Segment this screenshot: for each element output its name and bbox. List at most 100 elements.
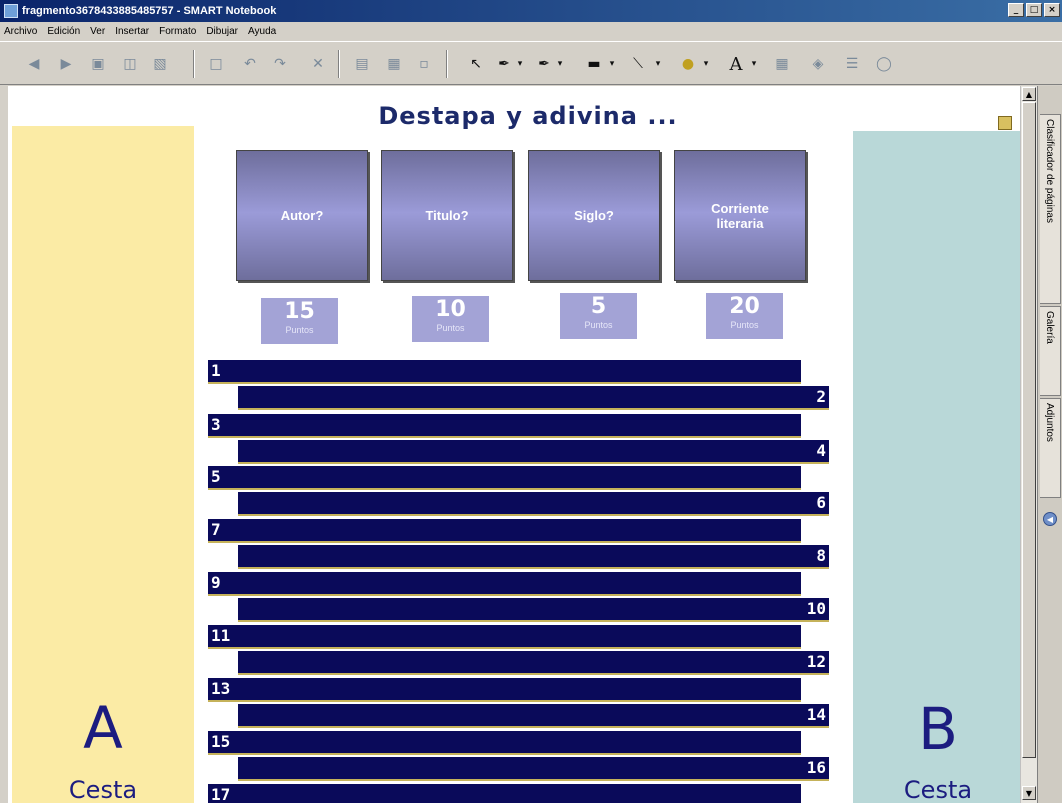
bar-number: 3 [211,415,221,434]
cover-bar[interactable]: 13 [208,678,801,702]
page-previous-icon[interactable]: ◀ [24,54,44,74]
bar-number: 13 [211,679,231,698]
tab-attachments[interactable]: Adjuntos [1040,398,1061,498]
bar-number: 1 [211,361,221,380]
points-value: 10 [435,297,466,322]
attachment-clip-icon[interactable] [998,116,1012,130]
side-tab-strip: Clasificador de páginas Galería Adjuntos… [1037,86,1062,803]
page-add-icon[interactable]: ▣ [88,54,108,74]
window-title-bar: fragmento3678433885485757 - SMART Notebo… [0,0,1062,22]
cover-bar[interactable]: 15 [208,731,801,755]
menu-archivo[interactable]: Archivo [0,26,43,37]
chevron-down-icon[interactable]: ▾ [748,54,760,74]
chevron-down-icon[interactable]: ▾ [606,54,618,74]
window-controls: _ □ × [1008,3,1060,17]
menu-insertar[interactable]: Insertar [111,26,155,37]
points-badge: 10 Puntos [412,296,489,342]
menu-ayuda[interactable]: Ayuda [244,26,282,37]
points-value: 15 [284,299,315,324]
screen-shade-icon[interactable]: ▤ [352,54,372,74]
points-value: 5 [590,294,607,319]
minimize-button[interactable]: _ [1008,3,1024,17]
bar-number: 4 [816,441,826,460]
card-titulo[interactable]: Titulo? [381,150,513,281]
undo-icon[interactable]: ↶ [240,54,260,74]
dual-display-icon[interactable]: ▫ [414,54,434,74]
scroll-down-icon[interactable]: ▼ [1022,786,1036,800]
points-label: Puntos [730,320,759,330]
chevron-down-icon[interactable]: ▾ [554,54,566,74]
menu-dibujar[interactable]: Dibujar [202,26,244,37]
points-label: Puntos [436,323,465,333]
eraser-icon[interactable]: ▬ [584,54,604,74]
select-icon[interactable]: ↖ [466,54,486,74]
text-icon[interactable]: A [726,54,746,75]
close-button[interactable]: × [1044,3,1060,17]
side-panel-toggle-icon[interactable]: ◀ [1043,512,1057,526]
redo-icon[interactable]: ↷ [270,54,290,74]
chevron-down-icon[interactable]: ▾ [514,54,526,74]
card-autor[interactable]: Autor? [236,150,368,281]
points-badge: 15 Puntos [261,298,338,344]
bar-number: 16 [806,758,826,777]
delete-icon[interactable]: ✕ [308,54,328,74]
bar-number: 8 [816,546,826,565]
toolbar-separator [193,50,195,78]
points-badge: 20 Puntos [706,293,783,339]
cover-bar[interactable]: 1 [208,360,801,384]
bar-number: 7 [211,520,221,539]
cover-bar[interactable]: 5 [208,466,801,490]
maximize-button[interactable]: □ [1026,3,1042,17]
card-siglo[interactable]: Siglo? [528,150,660,281]
menu-ver[interactable]: Ver [86,26,111,37]
fill-icon[interactable]: ◈ [808,54,828,74]
creative-pen-icon[interactable]: ✒ [534,54,554,74]
bar-number: 15 [211,732,231,751]
menu-formato[interactable]: Formato [155,26,202,37]
full-screen-icon[interactable]: ▦ [384,54,404,74]
more-icon[interactable]: ◯ [874,54,894,74]
cover-bar[interactable]: 9 [208,572,801,596]
vertical-scrollbar[interactable]: ▲ ▼ [1020,86,1037,803]
cover-bar[interactable]: 17 [208,784,801,803]
window-title: fragmento3678433885485757 - SMART Notebo… [22,5,277,17]
card-corriente-literaria[interactable]: Corriente literaria [674,150,806,281]
bar-number: 11 [211,626,231,645]
cover-bar[interactable]: 11 [208,625,801,649]
paste-icon[interactable]: □ [206,54,226,74]
tab-gallery[interactable]: Galería [1040,306,1061,396]
bar-number: 17 [211,785,231,803]
tab-page-sorter-label: Clasificador de páginas [1044,119,1055,223]
menu-edicion[interactable]: Edición [43,26,86,37]
open-icon[interactable]: ◫ [120,54,140,74]
cover-bar[interactable]: 10 [238,598,829,622]
tab-page-sorter[interactable]: Clasificador de páginas [1040,114,1061,304]
cover-bar[interactable]: 7 [208,519,801,543]
pen-icon[interactable]: ✒ [494,54,514,74]
cover-bar[interactable]: 14 [238,704,829,728]
notebook-page[interactable]: A Cesta B Cesta Destapa y adivina ... Au… [8,86,1020,803]
cover-bar[interactable]: 3 [208,414,801,438]
toolbar: ◀ ▶ ▣ ◫ ▧ □ ↶ ↷ ✕ ▤ ▦ ▫ ↖ ✒ ▾ ✒ ▾ ▬ ▾ ⟍ … [0,41,1062,85]
cover-bar[interactable]: 6 [238,492,829,516]
cover-bar[interactable]: 8 [238,545,829,569]
points-label: Puntos [285,325,314,335]
chevron-down-icon[interactable]: ▾ [700,54,712,74]
page-next-icon[interactable]: ▶ [56,54,76,74]
chevron-down-icon[interactable]: ▾ [652,54,664,74]
toolbar-separator [446,50,448,78]
points-badge: 5 Puntos [560,293,637,339]
scroll-thumb[interactable] [1022,102,1036,758]
cover-bar[interactable]: 4 [238,440,829,464]
cover-bar[interactable]: 16 [238,757,829,781]
cover-bar[interactable]: 12 [238,651,829,675]
table-icon[interactable]: ▦ [772,54,792,74]
bar-number: 5 [211,467,221,486]
properties-icon[interactable]: ☰ [842,54,862,74]
line-icon[interactable]: ⟍ [628,54,648,74]
points-value: 20 [729,294,760,319]
cover-bar[interactable]: 2 [238,386,829,410]
save-icon[interactable]: ▧ [150,54,170,74]
magic-pen-icon[interactable]: ● [678,54,698,74]
scroll-up-icon[interactable]: ▲ [1022,87,1036,101]
